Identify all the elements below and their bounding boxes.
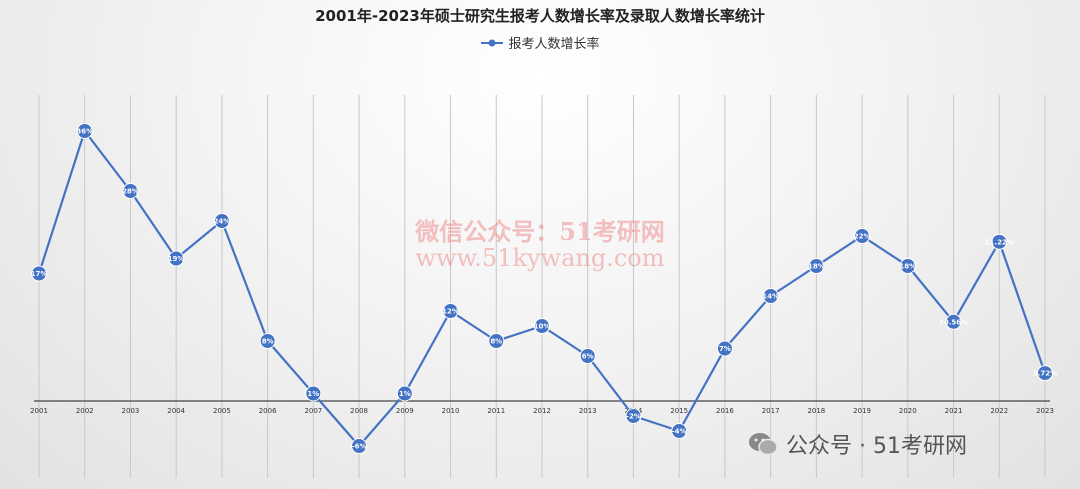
data-label: -6% [352,443,367,451]
x-tick-label: 2004 [167,407,185,415]
x-tick-label: 2017 [762,407,780,415]
x-tick-label: 2007 [304,407,322,415]
data-label: 10% [534,323,551,331]
data-label: 6% [582,353,594,361]
x-tick-label: 2003 [122,407,140,415]
data-label: 12% [442,308,459,316]
data-label: 7% [719,345,731,353]
data-label: 1% [399,390,411,398]
data-label: 8% [490,338,502,346]
data-label: 14% [762,293,779,301]
x-tick-label: 2008 [350,407,368,415]
x-tick-label: 2015 [670,407,688,415]
data-label: 10.56% [939,318,968,326]
x-tick-label: 2022 [990,407,1008,415]
x-tick-label: 2019 [853,407,871,415]
x-tick-label: 2005 [213,407,231,415]
watermark-badge: 公众号 · 51考研网 [748,428,967,460]
x-tick-label: 2021 [945,407,963,415]
x-tick-label: 2020 [899,407,917,415]
x-tick-label: 2002 [76,407,94,415]
data-label: -4% [672,428,687,436]
x-tick-label: 2018 [807,407,825,415]
x-tick-label: 2016 [716,407,734,415]
x-tick-label: 2012 [533,407,551,415]
x-tick-label: 2010 [442,407,460,415]
x-tick-label: 2011 [487,407,505,415]
data-label: 28% [122,188,139,196]
data-label: 1% [307,390,319,398]
data-label: 3.72% [1033,370,1057,378]
data-label: 36% [76,128,93,136]
watermark-url: www.51kywang.com [415,244,665,272]
x-tick-label: 2009 [396,407,414,415]
data-label: 8% [262,338,274,346]
x-tick-label: 2023 [1036,407,1054,415]
data-label: -2% [626,413,641,421]
x-tick-label: 2013 [579,407,597,415]
wechat-icon [749,433,778,456]
x-tick-label: 2001 [30,407,48,415]
x-tick-label: 2006 [259,407,277,415]
watermark-badge-text: 公众号 · 51考研网 [786,434,967,459]
watermark-wechat: 微信公众号：51考研网 [415,217,665,246]
